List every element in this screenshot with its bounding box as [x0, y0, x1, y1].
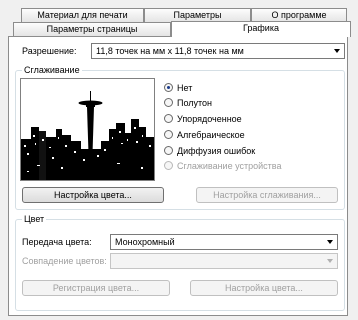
color-group-title: Цвет: [22, 214, 47, 225]
tab-label: О программе: [271, 10, 327, 20]
radio-unchecked: [164, 146, 173, 156]
radio-unchecked: [164, 161, 173, 171]
skyline-image: [21, 79, 154, 180]
chevron-down-icon: [327, 259, 333, 263]
dither-option-algebraic[interactable]: Алгебраическое: [164, 129, 245, 141]
color-register-button[interactable]: Регистрация цвета...: [22, 280, 170, 296]
radio-unchecked: [164, 98, 173, 108]
dither-option-label: Диффузия ошибок: [177, 146, 256, 156]
tab-graphics[interactable]: Графика: [171, 21, 351, 37]
color-transfer-label: Передача цвета:: [22, 237, 92, 247]
radio-unchecked: [164, 130, 173, 140]
color-matching-select[interactable]: [110, 253, 338, 269]
dither-option-label: Упорядоченное: [177, 114, 242, 124]
color-transfer-select[interactable]: Монохромный: [110, 234, 338, 250]
dither-option-halftone[interactable]: Полутон: [164, 97, 212, 109]
dither-option-none[interactable]: Нет: [164, 82, 192, 94]
dither-option-label: Полутон: [177, 98, 213, 108]
dither-setup-button[interactable]: Настройка сглаживания...: [196, 187, 338, 203]
tab-parameters[interactable]: Параметры: [144, 8, 251, 22]
tab-label: Графика: [243, 23, 279, 33]
dither-option-ordered[interactable]: Упорядоченное: [164, 113, 242, 125]
dither-preview-image: [20, 78, 155, 181]
dithering-group-title: Сглаживание: [22, 65, 82, 76]
tab-label: Материал для печати: [37, 10, 128, 20]
tab-page-setup[interactable]: Параметры страницы: [13, 22, 171, 36]
color-matching-label: Совпадение цветов:: [22, 256, 107, 266]
dither-option-label: Сглаживание устройства: [177, 161, 282, 171]
dither-option-label: Нет: [177, 83, 193, 93]
tab-label: Параметры: [173, 10, 222, 20]
dither-option-device[interactable]: Сглаживание устройства: [164, 160, 281, 172]
resolution-label: Разрешение:: [22, 46, 77, 56]
radio-checked: [164, 83, 173, 93]
dither-option-error-diffusion[interactable]: Диффузия ошибок: [164, 145, 255, 157]
chevron-down-icon: [327, 240, 333, 244]
resolution-value: 11,8 точек на мм x 11,8 точек на мм: [96, 46, 244, 56]
radio-unchecked: [164, 114, 173, 124]
tab-about[interactable]: О программе: [251, 8, 347, 22]
dither-option-label: Алгебраическое: [177, 130, 245, 140]
color-setup-button-2[interactable]: Настройка цвета...: [190, 280, 338, 296]
tab-label: Параметры страницы: [46, 24, 138, 34]
resolution-select[interactable]: 11,8 точек на мм x 11,8 точек на мм: [91, 43, 345, 59]
color-setup-button[interactable]: Настройка цвета...: [22, 187, 164, 203]
tab-print-media[interactable]: Материал для печати: [21, 8, 144, 22]
chevron-down-icon: [334, 49, 340, 53]
color-transfer-value: Монохромный: [115, 237, 175, 247]
